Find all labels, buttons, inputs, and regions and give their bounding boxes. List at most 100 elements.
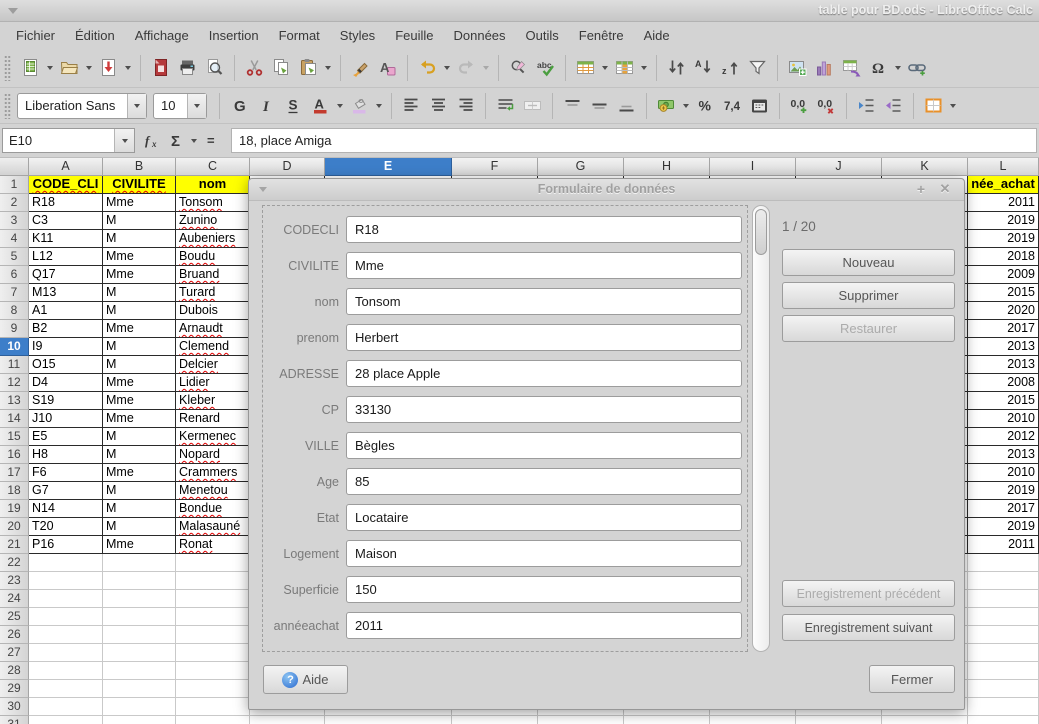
cell-A23[interactable] bbox=[29, 572, 103, 590]
menu-styles[interactable]: Styles bbox=[330, 24, 385, 47]
field-input-Superficie[interactable] bbox=[346, 576, 742, 603]
row-header-27[interactable]: 27 bbox=[0, 644, 29, 662]
cell-C30[interactable] bbox=[176, 698, 250, 716]
save-button[interactable] bbox=[95, 53, 122, 83]
cell-A1[interactable]: CODE_CLI bbox=[29, 176, 103, 194]
cell-C12[interactable]: Lidier bbox=[176, 374, 250, 392]
cell-L28[interactable] bbox=[968, 662, 1039, 680]
cell-K31[interactable] bbox=[882, 716, 968, 724]
cell-B23[interactable] bbox=[103, 572, 176, 590]
cell-B31[interactable] bbox=[103, 716, 176, 724]
row-header-28[interactable]: 28 bbox=[0, 662, 29, 680]
cell-A11[interactable]: O15 bbox=[29, 356, 103, 374]
row-header-16[interactable]: 16 bbox=[0, 446, 29, 464]
autofilter-button[interactable] bbox=[744, 53, 771, 83]
align-center-button[interactable] bbox=[425, 91, 452, 121]
new-button[interactable] bbox=[17, 53, 44, 83]
row-header-3[interactable]: 3 bbox=[0, 212, 29, 230]
cell-C11[interactable]: Delcier bbox=[176, 356, 250, 374]
field-input-Etat[interactable] bbox=[346, 504, 742, 531]
paste-button[interactable] bbox=[295, 53, 322, 83]
merge-cells-button[interactable] bbox=[519, 91, 546, 121]
rows-button[interactable] bbox=[572, 53, 599, 83]
row-header-13[interactable]: 13 bbox=[0, 392, 29, 410]
column-header-J[interactable]: J bbox=[796, 158, 882, 176]
previous-record-button[interactable]: Enregistrement précédent bbox=[782, 580, 955, 607]
cell-A13[interactable]: S19 bbox=[29, 392, 103, 410]
columns-button[interactable] bbox=[611, 53, 638, 83]
insert-chart-button[interactable] bbox=[811, 53, 838, 83]
cell-B17[interactable]: Mme bbox=[103, 464, 176, 482]
cell-A12[interactable]: D4 bbox=[29, 374, 103, 392]
row-header-23[interactable]: 23 bbox=[0, 572, 29, 590]
field-input-ADRESSE[interactable] bbox=[346, 360, 742, 387]
field-input-prenom[interactable] bbox=[346, 324, 742, 351]
cell-L30[interactable] bbox=[968, 698, 1039, 716]
field-input-nom[interactable] bbox=[346, 288, 742, 315]
menu-feuille[interactable]: Feuille bbox=[385, 24, 443, 47]
cell-A25[interactable] bbox=[29, 608, 103, 626]
cell-C3[interactable]: Zunino bbox=[176, 212, 250, 230]
column-header-A[interactable]: A bbox=[29, 158, 103, 176]
cell-A15[interactable]: E5 bbox=[29, 428, 103, 446]
cell-F31[interactable] bbox=[452, 716, 538, 724]
function-wizard-icon[interactable]: fx bbox=[140, 129, 164, 153]
row-header-25[interactable]: 25 bbox=[0, 608, 29, 626]
save-dropdown-icon[interactable] bbox=[122, 53, 134, 83]
special-character-dropdown-icon[interactable] bbox=[892, 53, 904, 83]
cell-L25[interactable] bbox=[968, 608, 1039, 626]
sum-dropdown-icon[interactable] bbox=[188, 139, 199, 143]
row-header-8[interactable]: 8 bbox=[0, 302, 29, 320]
row-header-21[interactable]: 21 bbox=[0, 536, 29, 554]
clear-formatting-button[interactable]: A bbox=[374, 53, 401, 83]
cell-B8[interactable]: M bbox=[103, 302, 176, 320]
cell-L14[interactable]: 2010 bbox=[968, 410, 1039, 428]
increase-indent-button[interactable] bbox=[853, 91, 880, 121]
cell-G31[interactable] bbox=[538, 716, 624, 724]
name-box[interactable]: E10 bbox=[2, 128, 135, 153]
column-header-E[interactable]: E bbox=[325, 158, 452, 176]
align-bottom-button[interactable] bbox=[613, 91, 640, 121]
cell-B14[interactable]: Mme bbox=[103, 410, 176, 428]
field-input-Age[interactable] bbox=[346, 468, 742, 495]
cell-A27[interactable] bbox=[29, 644, 103, 662]
cell-I31[interactable] bbox=[710, 716, 796, 724]
cell-C7[interactable]: Turard bbox=[176, 284, 250, 302]
dialog-scrollbar[interactable] bbox=[752, 205, 770, 652]
cell-B3[interactable]: M bbox=[103, 212, 176, 230]
cell-B15[interactable]: M bbox=[103, 428, 176, 446]
cell-A3[interactable]: C3 bbox=[29, 212, 103, 230]
cell-B18[interactable]: M bbox=[103, 482, 176, 500]
field-input-CP[interactable] bbox=[346, 396, 742, 423]
cell-C17[interactable]: Crammers bbox=[176, 464, 250, 482]
cell-L4[interactable]: 2019 bbox=[968, 230, 1039, 248]
dialog-shade-icon[interactable] bbox=[259, 187, 267, 192]
cell-A31[interactable] bbox=[29, 716, 103, 724]
cell-B12[interactable]: Mme bbox=[103, 374, 176, 392]
special-character-button[interactable]: Ω bbox=[865, 53, 892, 83]
percent-button[interactable]: % bbox=[692, 91, 719, 121]
cell-A19[interactable]: N14 bbox=[29, 500, 103, 518]
cell-L1[interactable]: née_achat bbox=[968, 176, 1039, 194]
cell-L21[interactable]: 2011 bbox=[968, 536, 1039, 554]
field-input-annéeachat[interactable] bbox=[346, 612, 742, 639]
columns-dropdown-icon[interactable] bbox=[638, 53, 650, 83]
row-header-2[interactable]: 2 bbox=[0, 194, 29, 212]
row-header-19[interactable]: 19 bbox=[0, 500, 29, 518]
decrease-indent-button[interactable] bbox=[880, 91, 907, 121]
cell-C31[interactable] bbox=[176, 716, 250, 724]
delete-decimal-button[interactable]: 0,0 bbox=[813, 91, 840, 121]
cell-B25[interactable] bbox=[103, 608, 176, 626]
cell-L7[interactable]: 2015 bbox=[968, 284, 1039, 302]
cell-C19[interactable]: Bondue bbox=[176, 500, 250, 518]
pivot-table-button[interactable] bbox=[838, 53, 865, 83]
cell-L26[interactable] bbox=[968, 626, 1039, 644]
currency-button[interactable] bbox=[653, 91, 680, 121]
cell-B28[interactable] bbox=[103, 662, 176, 680]
cell-B13[interactable]: Mme bbox=[103, 392, 176, 410]
row-header-11[interactable]: 11 bbox=[0, 356, 29, 374]
cell-L2[interactable]: 2011 bbox=[968, 194, 1039, 212]
align-left-button[interactable] bbox=[398, 91, 425, 121]
column-header-F[interactable]: F bbox=[452, 158, 538, 176]
cell-L18[interactable]: 2019 bbox=[968, 482, 1039, 500]
